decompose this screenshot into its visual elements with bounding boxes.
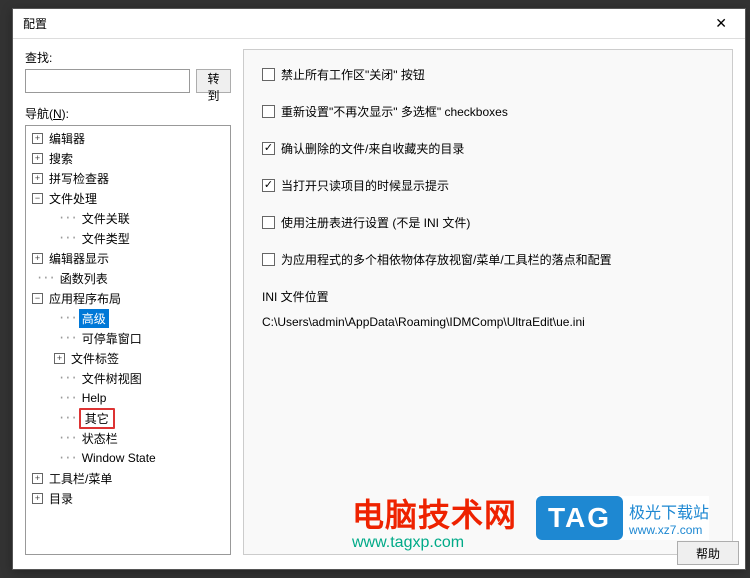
tree-item-label: 高级 [79,309,109,328]
tree-item-label: Window State [79,450,159,466]
tree-item[interactable]: ···其它 [26,408,230,428]
expand-plus-icon[interactable]: + [32,153,43,164]
option-checkbox[interactable] [262,142,275,155]
tree-item[interactable]: +工具栏/菜单 [26,468,230,488]
search-row: 转到 [25,69,231,93]
option-label: 禁止所有工作区"关闭" 按钮 [281,66,425,83]
option-row: 确认删除的文件/来自收藏夹的目录 [262,140,714,157]
tree-branch-icon: ··· [58,411,77,425]
expand-plus-icon[interactable]: + [54,353,65,364]
option-row: 禁止所有工作区"关闭" 按钮 [262,66,714,83]
expand-plus-icon[interactable]: + [32,173,43,184]
tree-branch-icon: ··· [58,371,77,385]
goto-button[interactable]: 转到 [196,69,231,93]
tree-item[interactable]: +目录 [26,488,230,508]
expand-plus-icon[interactable]: + [32,133,43,144]
tree-item-label: 文件类型 [79,229,133,248]
tree-item-label: 工具栏/菜单 [46,469,115,488]
tree-item[interactable]: ···高级 [26,308,230,328]
tree-item-label: 目录 [46,489,76,508]
window-title: 配置 [23,15,47,32]
option-label: 使用注册表进行设置 (不是 INI 文件) [281,214,470,231]
tree-item[interactable]: +编辑器显示 [26,248,230,268]
tree-item-label: 拼写检查器 [46,169,112,188]
tree-item-label: Help [79,390,110,406]
option-row: 为应用程式的多个相依物体存放视窗/菜单/工具栏的落点和配置 [262,251,714,268]
option-checkbox[interactable] [262,253,275,266]
tree-item[interactable]: ···Help [26,388,230,408]
tree-branch-icon: ··· [58,451,77,465]
search-label: 查找: [25,49,231,66]
option-label: 确认删除的文件/来自收藏夹的目录 [281,140,464,157]
tree-item-label: 文件树视图 [79,369,145,388]
close-icon[interactable]: ✕ [707,11,735,36]
tree-item[interactable]: ···文件树视图 [26,368,230,388]
tree-item-label: 其它 [79,408,115,429]
option-row: 当打开只读项目的时候显示提示 [262,177,714,194]
options-list: 禁止所有工作区"关闭" 按钮重新设置"不再次显示" 多选框" checkboxe… [262,66,714,268]
tree-item-label: 状态栏 [79,429,121,448]
tree-branch-icon: ··· [58,431,77,445]
left-panel: 查找: 转到 导航(N): +编辑器+搜索+拼写检查器−文件处理···文件关联·… [25,49,231,555]
tree-item[interactable]: ···文件类型 [26,228,230,248]
tree-branch-icon: ··· [58,231,77,245]
option-label: 重新设置"不再次显示" 多选框" checkboxes [281,103,508,120]
search-input[interactable] [25,69,190,93]
tree-item-label: 编辑器显示 [46,249,112,268]
option-checkbox[interactable] [262,179,275,192]
settings-panel: 禁止所有工作区"关闭" 按钮重新设置"不再次显示" 多选框" checkboxe… [243,49,733,555]
option-checkbox[interactable] [262,216,275,229]
tree-item[interactable]: ···Window State [26,448,230,468]
tree-item-label: 编辑器 [46,129,88,148]
tree-item[interactable]: +编辑器 [26,128,230,148]
option-checkbox[interactable] [262,105,275,118]
tree-item-label: 搜索 [46,149,76,168]
config-dialog: 配置 ✕ 查找: 转到 导航(N): +编辑器+搜索+拼写检查器−文件处理···… [12,8,746,570]
tree-item[interactable]: ···状态栏 [26,428,230,448]
tree-item-label: 文件标签 [68,349,122,368]
option-checkbox[interactable] [262,68,275,81]
expand-minus-icon[interactable]: − [32,293,43,304]
tree-item-label: 文件关联 [79,209,133,228]
dialog-body: 查找: 转到 导航(N): +编辑器+搜索+拼写检查器−文件处理···文件关联·… [13,39,745,569]
option-row: 使用注册表进行设置 (不是 INI 文件) [262,214,714,231]
tree-item[interactable]: +文件标签 [26,348,230,368]
tree-item[interactable]: ···可停靠窗口 [26,328,230,348]
tree-item[interactable]: +搜索 [26,148,230,168]
nav-label: 导航(N): [25,105,231,122]
tree-branch-icon: ··· [36,271,55,285]
tree-item[interactable]: −应用程序布局 [26,288,230,308]
help-button[interactable]: 帮助 [677,541,739,565]
expand-plus-icon[interactable]: + [32,253,43,264]
ini-path-value: C:\Users\admin\AppData\Roaming\IDMComp\U… [262,315,714,329]
expand-plus-icon[interactable]: + [32,493,43,504]
tree-item-label: 应用程序布局 [46,289,124,308]
nav-tree[interactable]: +编辑器+搜索+拼写检查器−文件处理···文件关联···文件类型+编辑器显示··… [25,125,231,555]
tree-item[interactable]: ···文件关联 [26,208,230,228]
tree-item-label: 函数列表 [57,269,111,288]
ini-section-label: INI 文件位置 [262,288,714,305]
tree-branch-icon: ··· [58,211,77,225]
tree-item[interactable]: ···函数列表 [26,268,230,288]
expand-minus-icon[interactable]: − [32,193,43,204]
tree-branch-icon: ··· [58,391,77,405]
tree-item[interactable]: −文件处理 [26,188,230,208]
tree-branch-icon: ··· [58,331,77,345]
option-label: 为应用程式的多个相依物体存放视窗/菜单/工具栏的落点和配置 [281,251,612,268]
option-row: 重新设置"不再次显示" 多选框" checkboxes [262,103,714,120]
tree-item-label: 可停靠窗口 [79,329,145,348]
tree-branch-icon: ··· [58,311,77,325]
tree-item[interactable]: +拼写检查器 [26,168,230,188]
option-label: 当打开只读项目的时候显示提示 [281,177,449,194]
titlebar: 配置 ✕ [13,9,745,39]
expand-plus-icon[interactable]: + [32,473,43,484]
tree-item-label: 文件处理 [46,189,100,208]
